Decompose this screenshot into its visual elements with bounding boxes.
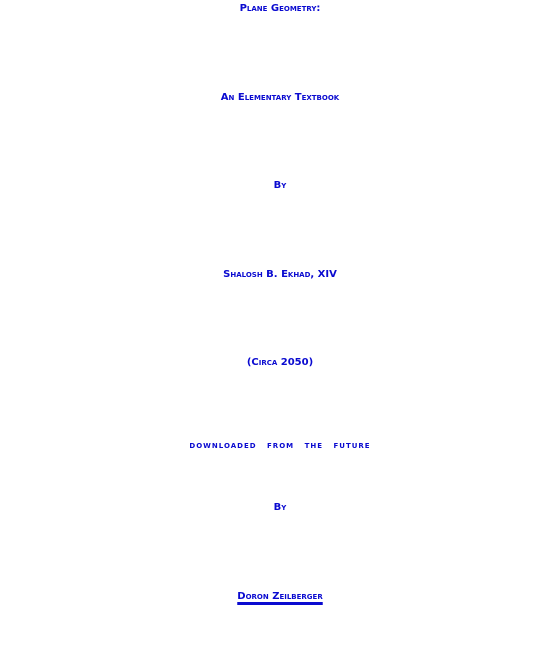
date-label: (Circa 2050) [246,357,314,368]
book-subtitle: An Elementary Textbook [220,92,340,103]
book-title: Plane Geometry: [239,3,321,14]
downloaded-note: downloaded from the future [189,440,371,451]
translator-line: Doron Zeilberger [0,592,560,602]
author-name: Shalosh B. Ekhad, XIV [223,269,337,280]
translator-link[interactable]: Doron Zeilberger [237,591,322,602]
by-label-2: By [273,502,287,513]
by-label-1: By [273,180,287,191]
